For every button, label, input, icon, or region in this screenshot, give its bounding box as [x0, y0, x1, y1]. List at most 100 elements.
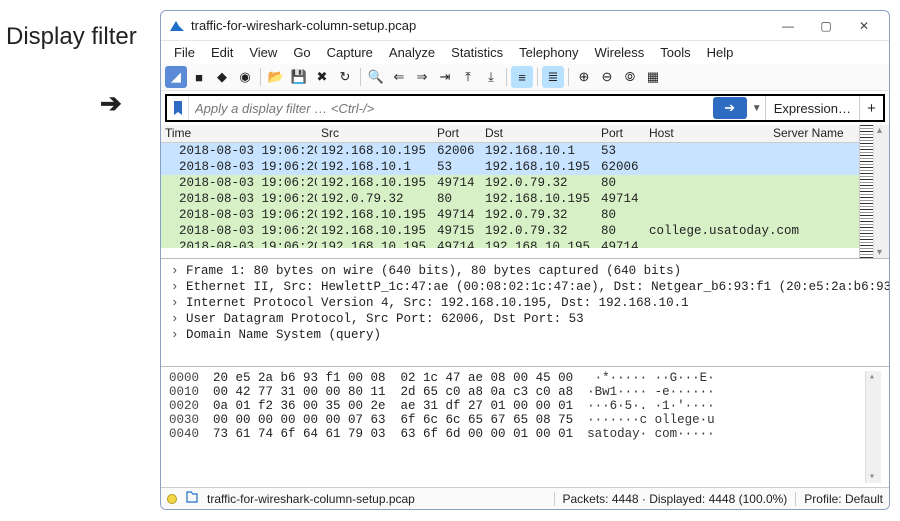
cell-sport: 62006 [433, 143, 481, 159]
detail-tree-item[interactable]: User Datagram Protocol, Src Port: 62006,… [163, 311, 889, 327]
first-icon[interactable]: ⤒ [457, 66, 479, 88]
menu-statistics[interactable]: Statistics [444, 43, 510, 62]
detail-tree-item[interactable]: Ethernet II, Src: HewlettP_1c:47:ae (00:… [163, 279, 889, 295]
packet-row[interactable]: 2018-08-03 19:06:20192.0.79.3280192.168.… [161, 191, 859, 207]
find-icon[interactable]: 🔍 [365, 66, 387, 88]
expert-info-icon[interactable] [167, 494, 177, 504]
cell-time: 2018-08-03 19:06:20 [161, 159, 317, 175]
last-icon[interactable]: ⤓ [480, 66, 502, 88]
close-window-button[interactable]: ✕ [845, 14, 883, 38]
cell-time: 2018-08-03 19:06:20 [161, 191, 317, 207]
col-host[interactable]: Host [645, 125, 769, 142]
expression-button[interactable]: Expression… [765, 96, 859, 120]
col-src[interactable]: Src [317, 125, 433, 142]
menubar: FileEditViewGoCaptureAnalyzeStatisticsTe… [161, 41, 889, 64]
add-filter-button[interactable]: + [859, 96, 883, 120]
packet-list-pane: Time Src Port Dst Port Host Server Name … [161, 125, 889, 259]
options-icon[interactable]: ◉ [234, 66, 256, 88]
zoom100-icon[interactable]: ⦾ [619, 66, 641, 88]
cell-src: 192.0.79.32 [317, 191, 433, 207]
menu-tools[interactable]: Tools [653, 43, 697, 62]
menu-go[interactable]: Go [286, 43, 317, 62]
cell-src: 192.168.10.195 [317, 175, 433, 191]
cell-host [645, 239, 859, 248]
cell-src: 192.168.10.195 [317, 207, 433, 223]
restart-icon[interactable]: ◆ [211, 66, 233, 88]
filter-history-dropdown[interactable]: ▼ [749, 103, 765, 114]
stop-icon[interactable]: ■ [188, 66, 210, 88]
cell-host [645, 175, 859, 191]
window-title: traffic-for-wireshark-column-setup.pcap [191, 18, 769, 33]
menu-wireless[interactable]: Wireless [587, 43, 651, 62]
cell-dport: 62006 [597, 159, 645, 175]
cell-host [645, 191, 859, 207]
autoscroll-icon[interactable]: ≡ [511, 66, 533, 88]
detail-tree-item[interactable]: Internet Protocol Version 4, Src: 192.16… [163, 295, 889, 311]
resize-icon[interactable]: ▦ [642, 66, 664, 88]
col-dst[interactable]: Dst [481, 125, 597, 142]
menu-file[interactable]: File [167, 43, 202, 62]
detail-tree-item[interactable]: Domain Name System (query) [163, 327, 889, 343]
minimize-button[interactable]: — [769, 14, 807, 38]
packet-details-pane: Frame 1: 80 bytes on wire (640 bits), 80… [161, 259, 889, 367]
status-packets: Packets: 4448 · Displayed: 4448 (100.0%) [563, 492, 788, 506]
packet-minimap[interactable] [859, 125, 873, 258]
packet-row[interactable]: 2018-08-03 19:06:20192.168.10.1954971519… [161, 223, 859, 239]
packet-bytes-pane: 000020 e5 2a b6 93 f1 00 08 02 1c 47 ae … [161, 367, 889, 487]
menu-help[interactable]: Help [700, 43, 741, 62]
bookmark-filter-icon[interactable] [167, 96, 189, 120]
apply-filter-button[interactable]: ➔ [713, 97, 747, 119]
packet-row[interactable]: 2018-08-03 19:06:20192.168.10.1954971419… [161, 175, 859, 191]
close-icon[interactable]: ✖ [311, 66, 333, 88]
packet-row[interactable]: 2018-08-03 19:06:20192.168.10.1954971419… [161, 207, 859, 223]
menu-analyze[interactable]: Analyze [382, 43, 442, 62]
maximize-button[interactable]: ▢ [807, 14, 845, 38]
display-filter-bar: ➔ ▼ Expression… + [165, 94, 885, 122]
col-server-name[interactable]: Server Name [769, 125, 859, 142]
cell-dst: 192.0.79.32 [481, 223, 597, 239]
wireshark-icon [169, 18, 185, 34]
cell-host: college.usatoday.com [645, 223, 859, 239]
cell-time: 2018-08-03 19:06:20 [161, 207, 317, 223]
cell-src: 192.168.10.195 [317, 143, 433, 159]
colorize-icon[interactable]: ≣ [542, 66, 564, 88]
hex-line[interactable]: 004073 61 74 6f 64 61 79 03 63 6f 6d 00 … [169, 427, 865, 441]
hex-line[interactable]: 001000 42 77 31 00 00 80 11 2d 65 c0 a8 … [169, 385, 865, 399]
menu-edit[interactable]: Edit [204, 43, 240, 62]
cell-dport: 53 [597, 143, 645, 159]
cell-time: 2018-08-03 19:06:20 [161, 239, 317, 248]
col-sport[interactable]: Port [433, 125, 481, 142]
shark-icon[interactable]: ◢ [165, 66, 187, 88]
status-profile[interactable]: Profile: Default [804, 492, 883, 506]
annotation-label: Display filter [0, 24, 155, 50]
back-icon[interactable]: ⇐ [388, 66, 410, 88]
hex-line[interactable]: 000020 e5 2a b6 93 f1 00 08 02 1c 47 ae … [169, 371, 865, 385]
packet-list-scrollbar[interactable] [873, 125, 889, 258]
menu-telephony[interactable]: Telephony [512, 43, 585, 62]
cell-host [645, 143, 859, 159]
packet-row[interactable]: 2018-08-03 19:06:20192.168.10.1956200619… [161, 143, 859, 159]
titlebar: traffic-for-wireshark-column-setup.pcap … [161, 11, 889, 41]
reload-icon[interactable]: ↻ [334, 66, 356, 88]
hex-line[interactable]: 003000 00 00 00 00 00 07 63 6f 6c 6c 65 … [169, 413, 865, 427]
cell-dport: 80 [597, 223, 645, 239]
hex-line[interactable]: 00200a 01 f2 36 00 35 00 2e ae 31 df 27 … [169, 399, 865, 413]
packet-row[interactable]: 2018-08-03 19:06:20192.168.10.153192.168… [161, 159, 859, 175]
packet-row[interactable]: 2018-08-03 19:06:20192.168.10.1954971419… [161, 239, 859, 248]
zoomin-icon[interactable]: ⊕ [573, 66, 595, 88]
packet-list-headers[interactable]: Time Src Port Dst Port Host Server Name [161, 125, 859, 143]
zoomout-icon[interactable]: ⊖ [596, 66, 618, 88]
col-dport[interactable]: Port [597, 125, 645, 142]
jump-icon[interactable]: ⇥ [434, 66, 456, 88]
save-icon[interactable]: 💾 [288, 66, 310, 88]
col-time[interactable]: Time [161, 125, 317, 142]
open-icon[interactable]: 📂 [265, 66, 287, 88]
capture-file-props-icon[interactable] [185, 490, 199, 507]
menu-view[interactable]: View [242, 43, 284, 62]
fwd-icon[interactable]: ⇒ [411, 66, 433, 88]
cell-dst: 192.0.79.32 [481, 175, 597, 191]
detail-tree-item[interactable]: Frame 1: 80 bytes on wire (640 bits), 80… [163, 263, 889, 279]
menu-capture[interactable]: Capture [320, 43, 380, 62]
bytes-scrollbar[interactable] [865, 371, 881, 483]
display-filter-input[interactable] [189, 101, 713, 116]
